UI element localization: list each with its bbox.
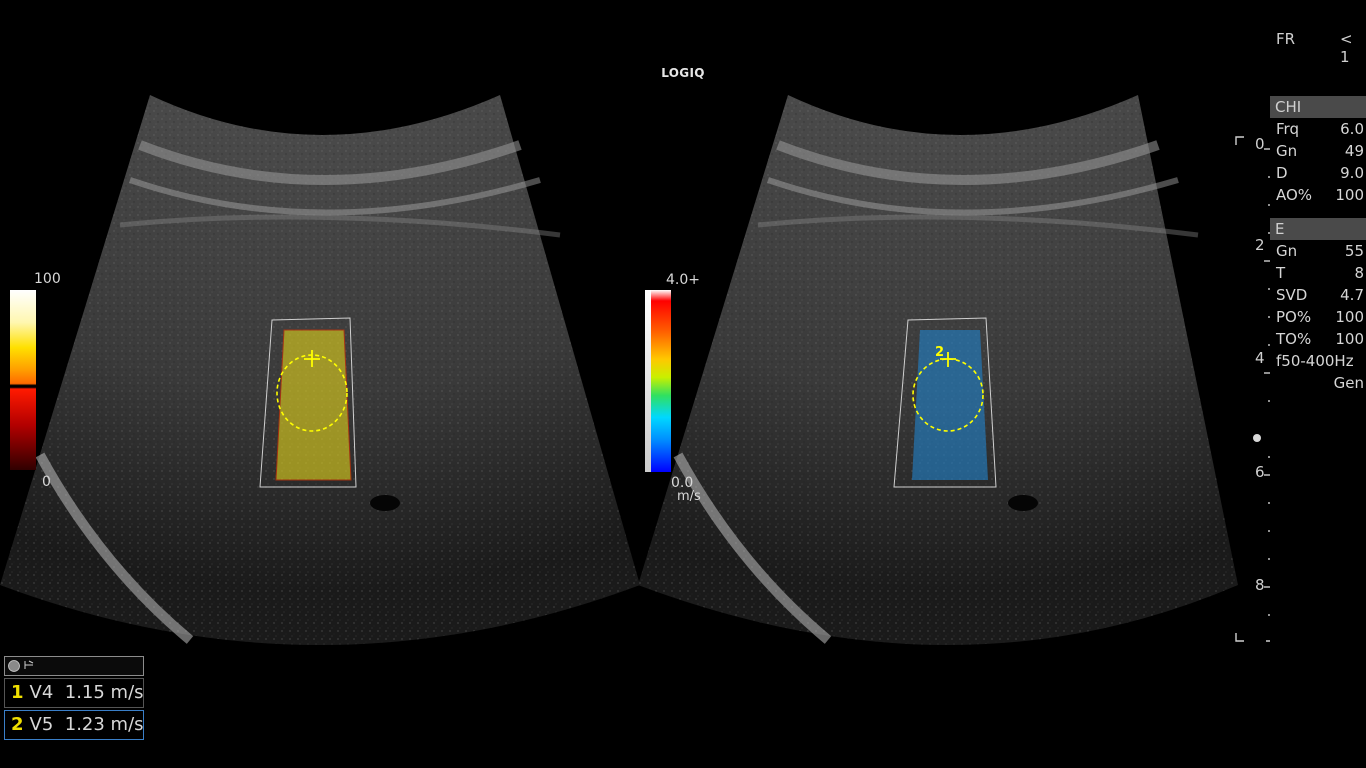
app-title: LOGIQ [661, 66, 705, 80]
ultrasound-view-right[interactable]: 2 [638, 85, 1278, 645]
roi-marker-label: 2 [935, 345, 944, 360]
param-row-gn: Gn 49 [1276, 142, 1364, 160]
record-icon [8, 660, 20, 672]
ultrasound-view-left[interactable] [0, 85, 640, 645]
param-row-frq: Frq 6.0 [1276, 120, 1364, 138]
focus-marker-icon [1253, 434, 1261, 442]
param-row-ao: AO% 100 [1276, 186, 1364, 204]
right-colorbar [651, 290, 671, 472]
measurement-results: 1 V4 1.15 m/s 2 V5 1.23 m/s [4, 656, 144, 740]
measurement-row-1[interactable]: 1 V4 1.15 m/s [4, 678, 144, 708]
param-mode: Gen [1333, 374, 1364, 392]
depth-label-6: 6 [1255, 463, 1265, 481]
e-section-header: E [1270, 218, 1366, 240]
left-colorbar-max-label: 100 [34, 271, 61, 287]
depth-label-0: 0 [1255, 135, 1265, 153]
param-row-t: T8 [1276, 264, 1364, 282]
left-colorbar-min-label: 0 [42, 474, 51, 490]
depth-scale [1235, 136, 1270, 642]
measurement-index: 1 [11, 682, 24, 703]
param-row-svd: SVD 4.7 [1276, 286, 1364, 304]
measurement-header[interactable] [4, 656, 144, 676]
param-row-po: PO% 100 [1276, 308, 1364, 326]
right-colorbar-unit: m/s [677, 489, 701, 504]
chi-section-header: CHI [1270, 96, 1366, 118]
param-filter: f50-400Hz [1276, 352, 1354, 370]
right-colorbar-max-label: 4.0+ [666, 272, 700, 288]
depth-label-2: 2 [1255, 236, 1265, 254]
frame-rate-label: FR [1276, 30, 1296, 48]
param-row-to: TO% 100 [1276, 330, 1364, 348]
left-colorbar [10, 290, 36, 470]
measurement-label: V4 [29, 682, 54, 703]
depth-label-8: 8 [1255, 576, 1265, 594]
elastography-overlay [275, 329, 352, 481]
param-row-e-gn: Gn 55 [1276, 242, 1364, 260]
measurement-value: 1.15 m/s [64, 682, 144, 703]
measurement-value: 1.23 m/s [64, 714, 144, 735]
frame-rate-value: < 1 [1340, 30, 1353, 66]
measurement-label: V5 [29, 714, 54, 735]
param-row-d: D 9.0 [1276, 164, 1364, 182]
depth-label-4: 4 [1255, 349, 1265, 367]
measurement-index: 2 [11, 714, 24, 735]
parameter-panel: CHI Frq 6.0 Gn 49 D 9.0 AO% 100 E Gn 55 T8 SV… [1270, 94, 1366, 394]
measurement-row-2[interactable]: 2 V5 1.23 m/s [4, 710, 144, 740]
measure-icon [24, 660, 34, 669]
